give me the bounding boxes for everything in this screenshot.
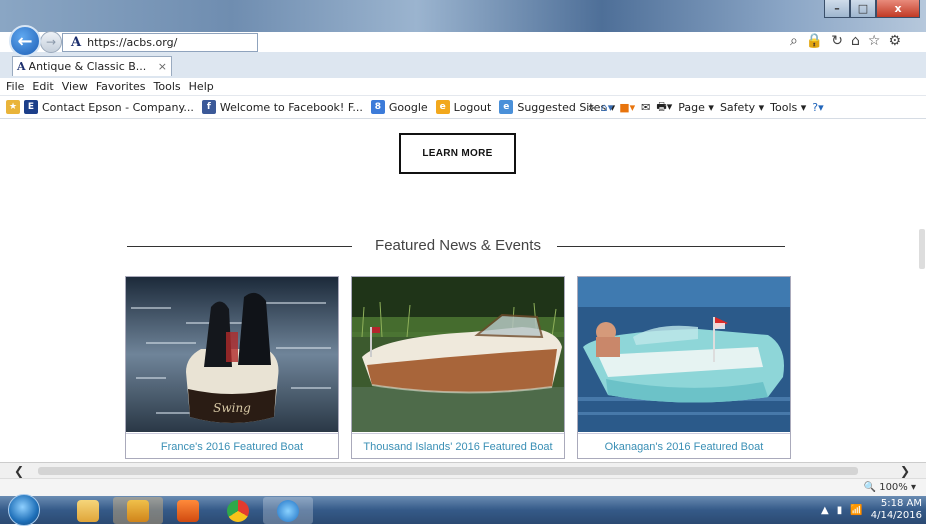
minimize-button[interactable]: – [824, 0, 850, 18]
vertical-scrollbar[interactable] [918, 119, 926, 462]
menu-bar: File Edit View Favorites Tools Help [0, 78, 926, 96]
tab-title: Antique & Classic B... [28, 60, 147, 73]
overflow-chevron-icon[interactable]: » [588, 101, 595, 114]
print-icon[interactable]: 🖶▾ [656, 98, 672, 117]
heading-rule-right [557, 246, 785, 247]
learn-more-button[interactable]: LEARN MORE [399, 133, 516, 174]
page-content: LEARN MORE Featured News & Events Swing … [0, 119, 920, 462]
menu-help[interactable]: Help [189, 80, 214, 93]
clock[interactable]: 5:18 AM 4/14/2016 [871, 498, 922, 522]
settings-gear-icon[interactable]: ⚙ [888, 33, 901, 49]
refresh-icon[interactable]: ↻ [831, 33, 843, 49]
card-caption-link[interactable]: France's 2016 Featured Boat [126, 433, 338, 459]
taskbar-media[interactable] [163, 497, 213, 524]
network-icon[interactable]: ▮ [837, 505, 843, 516]
menu-file[interactable]: File [6, 80, 24, 93]
arrow-left-icon: ← [17, 30, 33, 52]
window-controls: – □ x [824, 0, 920, 18]
mail-icon[interactable]: ✉ [641, 101, 650, 114]
ie-icon: e [499, 100, 514, 114]
clock-date: 4/14/2016 [870, 510, 922, 521]
taskbar-explorer[interactable] [63, 497, 113, 524]
card-caption-link[interactable]: Thousand Islands' 2016 Featured Boat [352, 433, 564, 459]
close-window-button[interactable]: x [876, 0, 920, 18]
search-icon[interactable]: ⌕ [790, 33, 798, 49]
home-icon[interactable]: ⌂▾ [601, 101, 614, 114]
safety-menu[interactable]: Safety ▾ [720, 101, 764, 114]
scroll-right-icon[interactable]: ❯ [900, 464, 910, 478]
taskbar: ▲ ▮ 📶 5:18 AM 4/14/2016 [0, 494, 926, 526]
window-titlebar: – □ x [0, 0, 926, 32]
signal-icon[interactable]: 📶 [850, 505, 862, 516]
featured-card[interactable]: Okanagan's 2016 Featured Boat [577, 276, 791, 459]
zoom-control[interactable]: 🔍 100% ▾ [864, 482, 916, 493]
featured-card[interactable]: Thousand Islands' 2016 Featured Boat [351, 276, 565, 459]
favorite-google[interactable]: 8 Google [370, 100, 428, 114]
taskbar-outlook[interactable] [113, 497, 163, 524]
favorite-label: Logout [453, 100, 492, 114]
menu-favorites[interactable]: Favorites [96, 80, 146, 93]
boat-photo[interactable] [578, 277, 790, 432]
media-player-icon [177, 499, 199, 522]
favorite-label: Google [388, 100, 428, 114]
menu-tools[interactable]: Tools [154, 80, 181, 93]
favorite-label: Contact Epson - Company... [42, 100, 194, 114]
menu-edit[interactable]: Edit [32, 80, 53, 93]
scroll-thumb[interactable] [38, 467, 858, 475]
show-hidden-icons-icon[interactable]: ▲ [821, 505, 829, 516]
scroll-left-icon[interactable]: ❮ [14, 464, 24, 478]
address-bar[interactable]: A https://acbs.org/ [62, 33, 258, 52]
maximize-button[interactable]: □ [850, 0, 876, 18]
menu-view[interactable]: View [62, 80, 88, 93]
ie-icon [277, 499, 299, 522]
help-icon[interactable]: ?▾ [812, 101, 823, 114]
mail-app-icon [127, 499, 149, 522]
system-tray: ▲ ▮ 📶 5:18 AM 4/14/2016 [821, 498, 922, 522]
horizontal-scrollbar[interactable]: ❮ ❯ [0, 462, 926, 478]
google-icon: 8 [370, 100, 385, 114]
page-menu[interactable]: Page ▾ [678, 101, 714, 114]
favorite-facebook[interactable]: f Welcome to Facebook! F... [201, 100, 363, 114]
card-caption-link[interactable]: Okanagan's 2016 Featured Boat [578, 433, 790, 459]
command-bar: » ⌂▾ ■▾ ✉ 🖶▾ Page ▾ Safety ▾ Tools ▾ ?▾ [588, 96, 824, 119]
lock-icon[interactable]: 🔒 [806, 33, 823, 49]
facebook-icon: f [201, 100, 216, 114]
browser-tab[interactable]: A Antique & Classic B... × [12, 56, 172, 76]
tools-menu[interactable]: Tools ▾ [770, 101, 806, 114]
taskbar-chrome[interactable] [213, 497, 263, 524]
home-icon[interactable]: ⌂ [851, 33, 860, 49]
start-button[interactable] [8, 494, 40, 526]
folder-icon [77, 499, 99, 522]
address-url: https://acbs.org/ [87, 36, 178, 49]
tab-favicon: A [17, 60, 26, 73]
ie-icon: e [435, 100, 450, 114]
section-heading: Featured News & Events [375, 237, 541, 254]
status-bar: 🔍 100% ▾ [0, 478, 926, 496]
favorite-epson[interactable]: E Contact Epson - Company... [24, 100, 194, 114]
boat-photo[interactable] [352, 277, 564, 432]
tab-close-icon[interactable]: × [158, 60, 167, 73]
heading-rule-left [127, 246, 352, 247]
epson-icon: E [24, 100, 38, 114]
site-favicon: A [71, 35, 82, 50]
nav-right-icons: ⌕ 🔒 ↻ ⌂ ☆ ⚙ [790, 33, 901, 49]
featured-card[interactable]: Swing France's 2016 Featured Boat [125, 276, 339, 459]
arrow-right-icon: → [45, 35, 57, 49]
zoom-icon: 🔍 [863, 482, 877, 493]
forward-button[interactable]: → [40, 31, 62, 53]
favorite-logout[interactable]: e Logout [435, 100, 492, 114]
back-button[interactable]: ← [9, 25, 41, 57]
chrome-icon [227, 499, 249, 522]
rss-icon[interactable]: ■▾ [619, 101, 635, 114]
zoom-level: 100% [879, 482, 908, 493]
boat-stern-name: Swing [213, 401, 251, 415]
clock-time: 5:18 AM [880, 498, 922, 509]
favorites-star-icon[interactable]: ☆ [868, 33, 881, 49]
taskbar-ie[interactable] [263, 497, 313, 524]
favorite-label: Welcome to Facebook! F... [219, 100, 363, 114]
add-favorite-star-icon[interactable]: ★ [6, 100, 20, 114]
boat-photo[interactable]: Swing [126, 277, 338, 432]
scroll-thumb[interactable] [919, 229, 925, 269]
